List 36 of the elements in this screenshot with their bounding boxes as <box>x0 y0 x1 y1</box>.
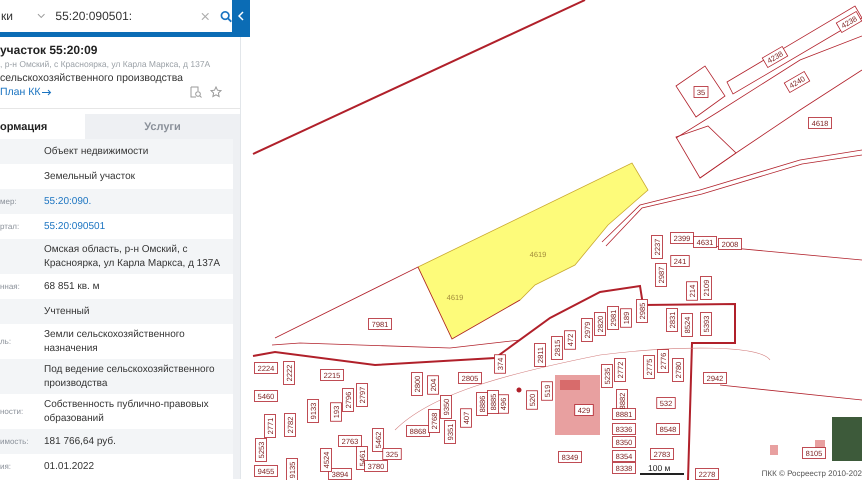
object-address: , р-н Омский, с Красноярка, ул Карла Маркса, д 137А <box>0 59 210 70</box>
search-input[interactable]: 55:20:090501: <box>55 9 178 23</box>
chevron-down-icon <box>36 13 46 19</box>
scrollbar[interactable] <box>233 139 240 479</box>
field-value: Омская область, р-н Омский, с Красноярка, ул Карла Маркса, д 137А <box>44 243 222 270</box>
star-icon[interactable] <box>210 86 222 98</box>
field-value: Земли сельскохозяйственного назначения <box>44 328 186 355</box>
field-label: ртал: <box>0 222 20 231</box>
field-label: ия: <box>0 462 12 471</box>
field-value: 181 766,64 руб. <box>44 434 117 448</box>
field-link[interactable]: 55:20:090501 <box>44 220 229 234</box>
field-value: Учтенный <box>44 304 90 318</box>
clear-icon[interactable] <box>201 12 210 20</box>
document-search-icon[interactable] <box>190 86 202 98</box>
field-value: Собственность публично-правовых образований <box>44 398 210 425</box>
plan-link[interactable]: План КК <box>0 86 52 98</box>
field-link[interactable]: 55:20:090. <box>44 194 229 208</box>
arrow-right-icon <box>42 88 52 96</box>
map-scale-bar: 100 м <box>640 463 684 475</box>
object-title: участок 55:20:09 <box>0 43 98 57</box>
field-value: 01.01.2022 <box>44 460 96 474</box>
field-value: Объект недвижимости <box>44 144 150 158</box>
field-label: мер: <box>0 197 18 206</box>
field-label: нная: <box>0 282 21 291</box>
category-dropdown[interactable]: ки <box>0 9 13 23</box>
search-field[interactable]: ки 55:20:090501: <box>0 0 232 32</box>
search-icon[interactable] <box>220 10 232 22</box>
field-value: 68 851 кв. м <box>44 280 100 294</box>
map-copyright: ПКК © Росреестр 2010-202 <box>762 469 862 478</box>
field-label: имость: <box>0 437 30 446</box>
field-value: Под ведение сельскохозяйственного производства <box>44 363 216 390</box>
chevron-left-icon <box>238 11 244 21</box>
field-label: ности: <box>0 407 24 416</box>
field-label: ль: <box>0 337 12 346</box>
object-purpose: сельскохозяйственного производства <box>0 72 184 84</box>
field-value: Земельный участок <box>44 170 136 184</box>
